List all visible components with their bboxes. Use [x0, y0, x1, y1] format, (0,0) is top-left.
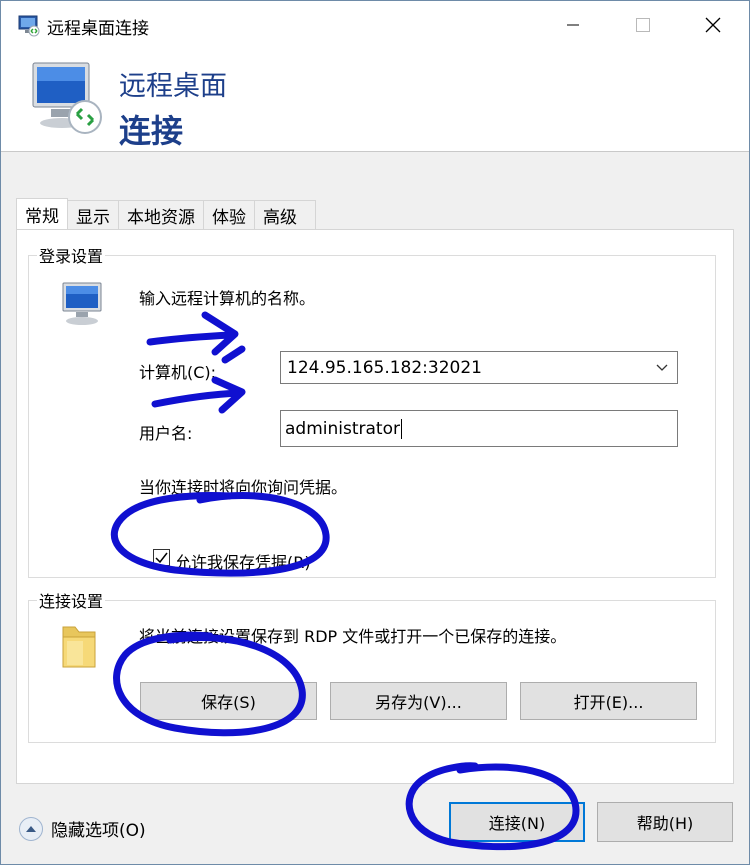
- save-button[interactable]: 保存(S): [140, 682, 317, 720]
- text-caret: [400, 418, 402, 439]
- connection-settings-group: 连接设置 将当前连接设置保存到 RDP 文件或打开一个已保存的连接。 保存(S)…: [28, 588, 716, 743]
- collapse-icon[interactable]: [19, 816, 43, 841]
- help-button[interactable]: 帮助(H): [597, 802, 733, 842]
- login-settings-legend: 登录设置: [37, 243, 106, 267]
- tab-experience[interactable]: 体验: [203, 200, 255, 230]
- maximize-button[interactable]: [608, 1, 678, 49]
- computer-value: 124.95.165.182:32021: [287, 357, 482, 378]
- banner-title-line2: 连接: [119, 112, 184, 150]
- connection-settings-legend: 连接设置: [37, 588, 106, 612]
- username-value: administrator: [285, 418, 400, 439]
- close-button[interactable]: [678, 1, 748, 49]
- computer-label: 计算机(C):: [139, 363, 217, 382]
- hide-options-toggle[interactable]: 隐藏选项(O): [19, 816, 146, 841]
- remote-desktop-window: 远程桌面连接 远程桌面 连接 常规 显示 本地资源 体验 高级 登录设置 输入远…: [0, 0, 750, 865]
- tab-general[interactable]: 常规: [16, 198, 68, 230]
- username-label: 用户名:: [139, 424, 193, 443]
- chevron-down-icon[interactable]: [655, 360, 669, 374]
- login-settings-group: 登录设置 输入远程计算机的名称。 计算机(C): 124.95.165.182:…: [28, 243, 716, 578]
- computer-combobox[interactable]: 124.95.165.182:32021: [280, 351, 678, 384]
- checkmark-icon: [155, 552, 168, 564]
- computer-name-prompt: 输入远程计算机的名称。: [139, 289, 316, 308]
- window-title: 远程桌面连接: [47, 19, 149, 39]
- banner-divider: [1, 151, 749, 152]
- general-tab-panel: 登录设置 输入远程计算机的名称。 计算机(C): 124.95.165.182:…: [16, 229, 734, 784]
- save-as-button[interactable]: 另存为(V)...: [330, 682, 507, 720]
- tab-display[interactable]: 显示: [67, 200, 119, 230]
- close-icon: [705, 17, 721, 33]
- save-credentials-checkbox[interactable]: [153, 549, 170, 566]
- credentials-hint: 当你连接时将向你询问凭据。: [139, 478, 348, 497]
- minimize-button[interactable]: [538, 1, 608, 49]
- minimize-icon: [567, 24, 579, 26]
- hide-options-label[interactable]: 隐藏选项(O): [51, 816, 146, 841]
- connection-description: 将当前连接设置保存到 RDP 文件或打开一个已保存的连接。: [139, 627, 567, 646]
- username-input[interactable]: administrator: [280, 410, 678, 447]
- remote-computer-icon: [32, 62, 102, 134]
- title-bar: 远程桌面连接: [1, 1, 749, 49]
- maximize-icon: [636, 18, 650, 32]
- folder-icon: [62, 626, 96, 668]
- tab-advanced[interactable]: 高级: [254, 200, 316, 230]
- open-button[interactable]: 打开(E)...: [520, 682, 697, 720]
- save-credentials-label[interactable]: 允许我保存凭据(R): [175, 549, 311, 573]
- banner: [1, 49, 749, 151]
- banner-title-line1: 远程桌面: [119, 71, 227, 102]
- tab-strip: 常规 显示 本地资源 体验 高级: [16, 198, 316, 230]
- connect-button[interactable]: 连接(N): [449, 802, 585, 842]
- remote-desktop-app-icon: [18, 15, 40, 37]
- tab-local-resources[interactable]: 本地资源: [118, 200, 204, 230]
- computer-icon: [62, 282, 102, 325]
